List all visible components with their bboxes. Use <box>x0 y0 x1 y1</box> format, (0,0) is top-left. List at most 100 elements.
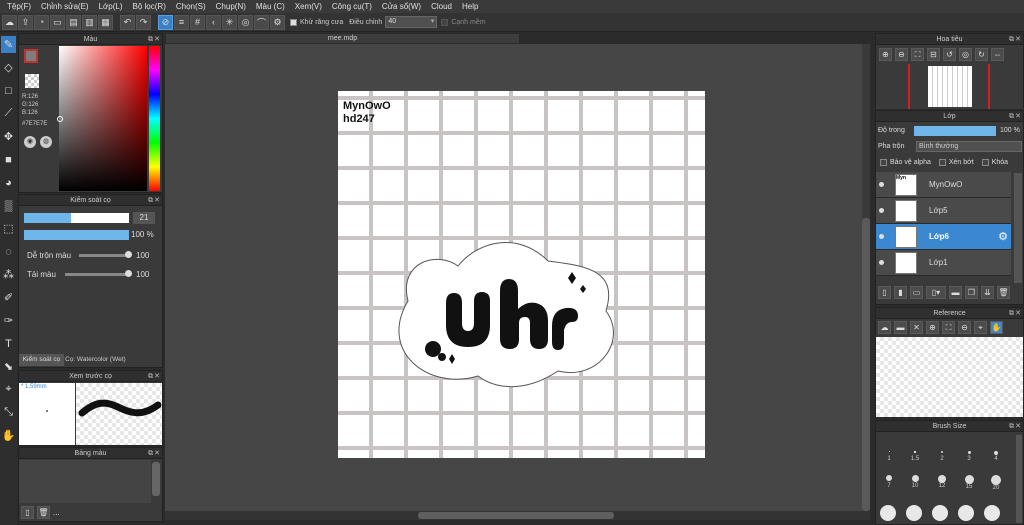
rect-tool-icon[interactable]: □ <box>1 82 16 99</box>
palette-scrollbar[interactable] <box>152 462 160 496</box>
bucket-tool-icon[interactable]: ◕ <box>1 174 16 191</box>
delete-layer-icon[interactable]: 🗑 <box>997 286 1010 299</box>
size-option[interactable]: 1.5 <box>902 451 928 462</box>
flip-icon[interactable]: ⇔ <box>991 48 1004 61</box>
size-option-large[interactable] <box>932 505 948 521</box>
settings-icon[interactable]: ⚙ <box>270 14 285 30</box>
zoom-out-icon[interactable]: ⊖ <box>895 48 908 61</box>
eyedropper-icon[interactable]: ⌖ <box>1 381 16 398</box>
size-option[interactable]: 7 <box>876 475 902 489</box>
zoom-out-icon[interactable]: ⊖ <box>958 321 971 334</box>
menu-cloud[interactable]: Cloud <box>426 2 457 11</box>
size-option[interactable]: 4 <box>983 451 1009 462</box>
zoom-in-icon[interactable]: ⊕ <box>879 48 892 61</box>
size-option[interactable]: 2 <box>929 451 955 462</box>
size-option[interactable]: 12 <box>929 475 955 489</box>
layers-scrollbar[interactable] <box>1014 173 1022 283</box>
move-tool-icon[interactable]: ✥ <box>1 128 16 145</box>
palette-icon[interactable]: ◉ <box>24 136 36 148</box>
select-pen-icon[interactable]: ✐ <box>1 289 16 306</box>
close-icon[interactable]: ✕ <box>154 448 160 459</box>
close-icon[interactable]: ✕ <box>1015 308 1021 319</box>
close-icon[interactable]: ✕ <box>154 195 160 206</box>
close-icon[interactable]: ✕ <box>154 34 160 45</box>
canvas-horizontal-thumb[interactable] <box>418 512 614 519</box>
new-layer-icon[interactable]: ▯ <box>878 286 891 299</box>
window-icon[interactable]: ▦ <box>98 14 113 30</box>
layer-blend-select[interactable]: Bình thường <box>916 141 1022 152</box>
close-icon[interactable]: ✕ <box>910 321 923 334</box>
blend-slider-knob[interactable] <box>125 251 132 258</box>
lock-checkbox[interactable] <box>981 159 989 166</box>
fit-icon[interactable]: ⛶ <box>942 321 955 334</box>
zoom-tool-icon[interactable]: ⤡ <box>1 404 16 421</box>
layout-icon[interactable]: ▥ <box>82 14 97 30</box>
menu-tools[interactable]: Công cụ(T) <box>327 2 377 11</box>
size-option-large[interactable] <box>906 505 922 521</box>
actual-size-icon[interactable]: ⊟ <box>927 48 940 61</box>
layer-row[interactable]: Myn MynOwO <box>876 172 1011 198</box>
folder-icon[interactable]: ▬ <box>949 286 962 299</box>
size-option[interactable]: 20 <box>983 475 1009 491</box>
redo-icon[interactable]: ↷ <box>136 14 151 30</box>
navigator-view[interactable] <box>876 64 1023 109</box>
magic-wand-icon[interactable]: ⁂ <box>1 266 16 283</box>
foreground-swatch[interactable] <box>24 49 38 63</box>
tab-brush-control[interactable]: Kiểm soát cọ <box>19 354 64 366</box>
curve-snap-icon[interactable]: ⌒ <box>254 14 269 30</box>
clip-checkbox[interactable] <box>938 159 946 166</box>
radial-snap-icon[interactable]: ✳ <box>222 14 237 30</box>
hand-tool-icon[interactable]: ✋ <box>1 427 16 444</box>
open-folder-icon[interactable]: ▬ <box>894 321 907 334</box>
brush-size-slider[interactable] <box>24 213 129 223</box>
saturation-value-picker[interactable] <box>59 46 147 191</box>
soft-edge-checkbox[interactable] <box>441 18 449 26</box>
menu-color[interactable]: Màu (C) <box>251 2 290 11</box>
undock-icon[interactable]: ⧉ <box>1009 421 1014 432</box>
menu-view[interactable]: Xem(V) <box>290 2 327 11</box>
close-icon[interactable]: ✕ <box>1015 111 1021 122</box>
menu-select[interactable]: Chọn(S) <box>171 2 211 11</box>
size-option[interactable]: 3 <box>956 451 982 462</box>
menu-filter[interactable]: Bộ lọc(R) <box>128 2 171 11</box>
reference-view[interactable] <box>876 337 1023 417</box>
hand-icon[interactable]: ✋ <box>990 321 1003 334</box>
undock-icon[interactable]: ⧉ <box>148 371 153 382</box>
document-canvas[interactable]: MynOwO hd247 <box>338 91 705 458</box>
cloud-icon[interactable]: ☁ <box>2 14 17 30</box>
zoom-in-icon[interactable]: ⊕ <box>926 321 939 334</box>
rotate-left-icon[interactable]: ↺ <box>943 48 956 61</box>
close-icon[interactable]: ✕ <box>1015 34 1021 45</box>
blend-slider[interactable] <box>79 254 129 257</box>
menu-window[interactable]: Cửa sổ(W) <box>377 2 426 11</box>
no-snap-icon[interactable]: ⊘ <box>158 14 173 30</box>
fit-icon[interactable]: ⛶ <box>911 48 924 61</box>
duplicate-icon[interactable]: ❐ <box>965 286 978 299</box>
perspective-snap-icon[interactable]: ‹ <box>206 14 221 30</box>
palette-more[interactable]: ... <box>53 508 60 517</box>
size-option[interactable]: 10 <box>902 475 928 489</box>
hue-slider[interactable] <box>149 46 160 191</box>
rotate-reset-icon[interactable]: ◎ <box>959 48 972 61</box>
new-palette-icon[interactable]: ▯ <box>21 506 34 519</box>
delete-palette-icon[interactable]: 🗑 <box>37 506 50 519</box>
select-tool-icon[interactable]: ⬚ <box>1 220 16 237</box>
canvas-vertical-thumb[interactable] <box>862 218 870 511</box>
picker-cursor[interactable] <box>57 116 63 122</box>
grid-snap-icon[interactable]: # <box>190 14 205 30</box>
cloud-icon[interactable]: ☁ <box>878 321 891 334</box>
rotate-right-icon[interactable]: ↻ <box>975 48 988 61</box>
eyedropper-icon[interactable]: ⌖ <box>974 321 987 334</box>
menu-file[interactable]: Tệp(F) <box>2 2 36 11</box>
reload-slider-knob[interactable] <box>125 270 132 277</box>
close-icon[interactable]: ✕ <box>1015 421 1021 432</box>
size-option[interactable]: 15 <box>956 475 982 490</box>
layer-row-selected[interactable]: Lớp6 ⚙ <box>876 224 1011 250</box>
color-wheel-icon[interactable]: ◍ <box>40 136 52 148</box>
protect-alpha-checkbox[interactable] <box>880 159 887 166</box>
brush-opacity-slider[interactable] <box>24 230 129 240</box>
menu-help[interactable]: Help <box>457 2 483 11</box>
undock-icon[interactable]: ⧉ <box>1009 34 1014 45</box>
document-tab[interactable]: mee.mdp <box>165 33 520 44</box>
new-layer-1bit-icon[interactable]: ▭ <box>910 286 923 299</box>
